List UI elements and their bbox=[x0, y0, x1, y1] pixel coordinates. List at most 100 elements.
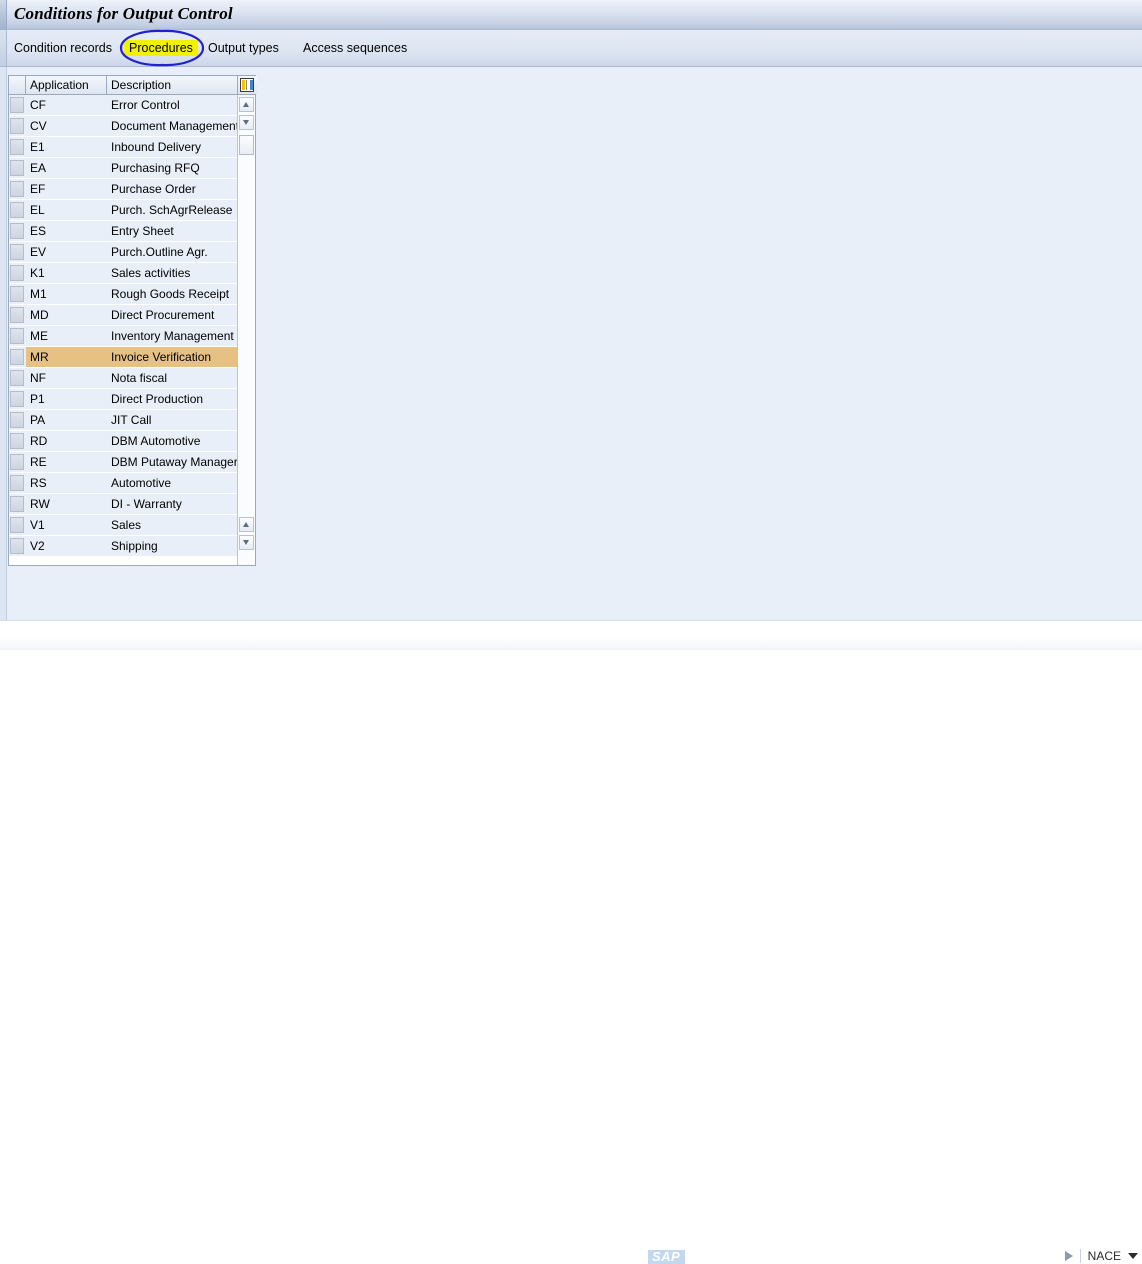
table-row[interactable]: PA JIT Call bbox=[9, 410, 238, 431]
table-row[interactable]: EA Purchasing RFQ bbox=[9, 158, 238, 179]
table-row[interactable]: ES Entry Sheet bbox=[9, 221, 238, 242]
column-header-application[interactable]: Application bbox=[26, 76, 107, 94]
transaction-code-label: NACE bbox=[1087, 1249, 1121, 1263]
scrollbar-thumb[interactable] bbox=[239, 135, 254, 155]
cell-application: ES bbox=[26, 221, 107, 241]
tab-output-types[interactable]: Output types bbox=[208, 41, 279, 55]
cell-application: RD bbox=[26, 431, 107, 451]
row-select-button[interactable] bbox=[10, 181, 24, 197]
cell-description: Entry Sheet bbox=[107, 221, 238, 241]
row-select-button[interactable] bbox=[10, 139, 24, 155]
table-row[interactable]: V1 Sales bbox=[9, 515, 238, 536]
table-vertical-scrollbar[interactable] bbox=[237, 95, 255, 565]
cell-application: RW bbox=[26, 494, 107, 514]
tab-procedures[interactable]: Procedures bbox=[124, 40, 198, 56]
tab-bar: Condition records Procedures Output type… bbox=[0, 30, 1142, 67]
row-select-button[interactable] bbox=[10, 391, 24, 407]
row-select-button[interactable] bbox=[10, 475, 24, 491]
table-row[interactable]: RW DI - Warranty bbox=[9, 494, 238, 515]
cell-description: Shipping bbox=[107, 536, 238, 556]
sap-logo: SAP bbox=[648, 1250, 686, 1264]
table-row[interactable]: E1 Inbound Delivery bbox=[9, 137, 238, 158]
scroll-page-up-button[interactable] bbox=[239, 517, 254, 532]
row-select-button[interactable] bbox=[10, 118, 24, 134]
cell-description: Purchase Order bbox=[107, 179, 238, 199]
cell-description: Purch.Outline Agr. bbox=[107, 242, 238, 262]
row-select-button[interactable] bbox=[10, 496, 24, 512]
status-bar-right-group: NACE bbox=[1064, 1249, 1138, 1263]
table-row[interactable]: RS Automotive bbox=[9, 473, 238, 494]
table-row[interactable]: MD Direct Procurement bbox=[9, 305, 238, 326]
cell-description: DBM Automotive bbox=[107, 431, 238, 451]
row-select-button[interactable] bbox=[10, 370, 24, 386]
cell-application: MD bbox=[26, 305, 107, 325]
cell-application: NF bbox=[26, 368, 107, 388]
tab-condition-records[interactable]: Condition records bbox=[14, 41, 112, 55]
table-row[interactable]: V2 Shipping bbox=[9, 536, 238, 557]
row-select-button[interactable] bbox=[10, 307, 24, 323]
row-select-button[interactable] bbox=[10, 328, 24, 344]
chevron-down-icon[interactable] bbox=[1128, 1253, 1138, 1259]
table-row[interactable]: K1 Sales activities bbox=[9, 263, 238, 284]
table-row[interactable]: RE DBM Putaway Manager bbox=[9, 452, 238, 473]
table-settings-icon bbox=[240, 78, 254, 92]
row-select-button[interactable] bbox=[10, 286, 24, 302]
status-separator bbox=[1079, 1249, 1081, 1263]
row-select-button[interactable] bbox=[10, 244, 24, 260]
column-header-description[interactable]: Description bbox=[107, 76, 238, 94]
table-row[interactable]: EF Purchase Order bbox=[9, 179, 238, 200]
table-row[interactable]: ME Inventory Management bbox=[9, 326, 238, 347]
cell-application: RE bbox=[26, 452, 107, 472]
table-row[interactable]: EL Purch. SchAgrRelease bbox=[9, 200, 238, 221]
cell-application: EF bbox=[26, 179, 107, 199]
cell-description: Direct Procurement bbox=[107, 305, 238, 325]
applications-table: Application Description CF Error Control C… bbox=[8, 75, 257, 566]
row-select-button[interactable] bbox=[10, 223, 24, 239]
table-header-select-all[interactable] bbox=[9, 76, 26, 94]
table-header-row: Application Description bbox=[9, 76, 257, 95]
scroll-page-down-button[interactable] bbox=[239, 535, 254, 550]
cell-description: DBM Putaway Manager bbox=[107, 452, 238, 472]
scroll-up-button[interactable] bbox=[239, 97, 254, 112]
row-select-button[interactable] bbox=[10, 517, 24, 533]
status-bar: SAP NACE bbox=[0, 620, 1142, 1264]
table-row[interactable]: CF Error Control bbox=[9, 95, 238, 116]
row-select-button[interactable] bbox=[10, 202, 24, 218]
cell-application: M1 bbox=[26, 284, 107, 304]
row-select-button[interactable] bbox=[10, 349, 24, 365]
cell-application: ME bbox=[26, 326, 107, 346]
row-select-button[interactable] bbox=[10, 412, 24, 428]
table-body: CF Error Control CV Document Management E1 In… bbox=[9, 95, 238, 565]
cell-application: EV bbox=[26, 242, 107, 262]
content-left-edge bbox=[0, 67, 7, 620]
row-select-button[interactable] bbox=[10, 538, 24, 554]
cell-description: Sales bbox=[107, 515, 238, 535]
table-settings-button[interactable] bbox=[238, 76, 257, 94]
row-select-button[interactable] bbox=[10, 265, 24, 281]
row-select-button[interactable] bbox=[10, 160, 24, 176]
main-content-area: Application Description CF Error Control C… bbox=[0, 67, 1142, 620]
cell-application: P1 bbox=[26, 389, 107, 409]
cell-application: EA bbox=[26, 158, 107, 178]
table-row[interactable]: MR Invoice Verification bbox=[9, 347, 238, 368]
scroll-down-button[interactable] bbox=[239, 115, 254, 130]
row-select-button[interactable] bbox=[10, 433, 24, 449]
cell-application: CV bbox=[26, 116, 107, 136]
cell-application: V2 bbox=[26, 536, 107, 556]
cell-description: Purchasing RFQ bbox=[107, 158, 238, 178]
play-triangle-icon[interactable] bbox=[1064, 1251, 1073, 1261]
table-row[interactable]: P1 Direct Production bbox=[9, 389, 238, 410]
page-title: Conditions for Output Control bbox=[14, 4, 233, 23]
cell-description: Sales activities bbox=[107, 263, 238, 283]
table-row[interactable]: RD DBM Automotive bbox=[9, 431, 238, 452]
table-row[interactable]: NF Nota fiscal bbox=[9, 368, 238, 389]
table-row[interactable]: EV Purch.Outline Agr. bbox=[9, 242, 238, 263]
table-row[interactable]: CV Document Management bbox=[9, 116, 238, 137]
row-select-button[interactable] bbox=[10, 97, 24, 113]
table-row[interactable]: M1 Rough Goods Receipt bbox=[9, 284, 238, 305]
row-select-button[interactable] bbox=[10, 454, 24, 470]
sap-application-window: Conditions for Output Control Condition … bbox=[0, 0, 1142, 1264]
tab-access-sequences[interactable]: Access sequences bbox=[303, 41, 407, 55]
cell-description: Invoice Verification bbox=[107, 347, 238, 367]
cell-application: EL bbox=[26, 200, 107, 220]
